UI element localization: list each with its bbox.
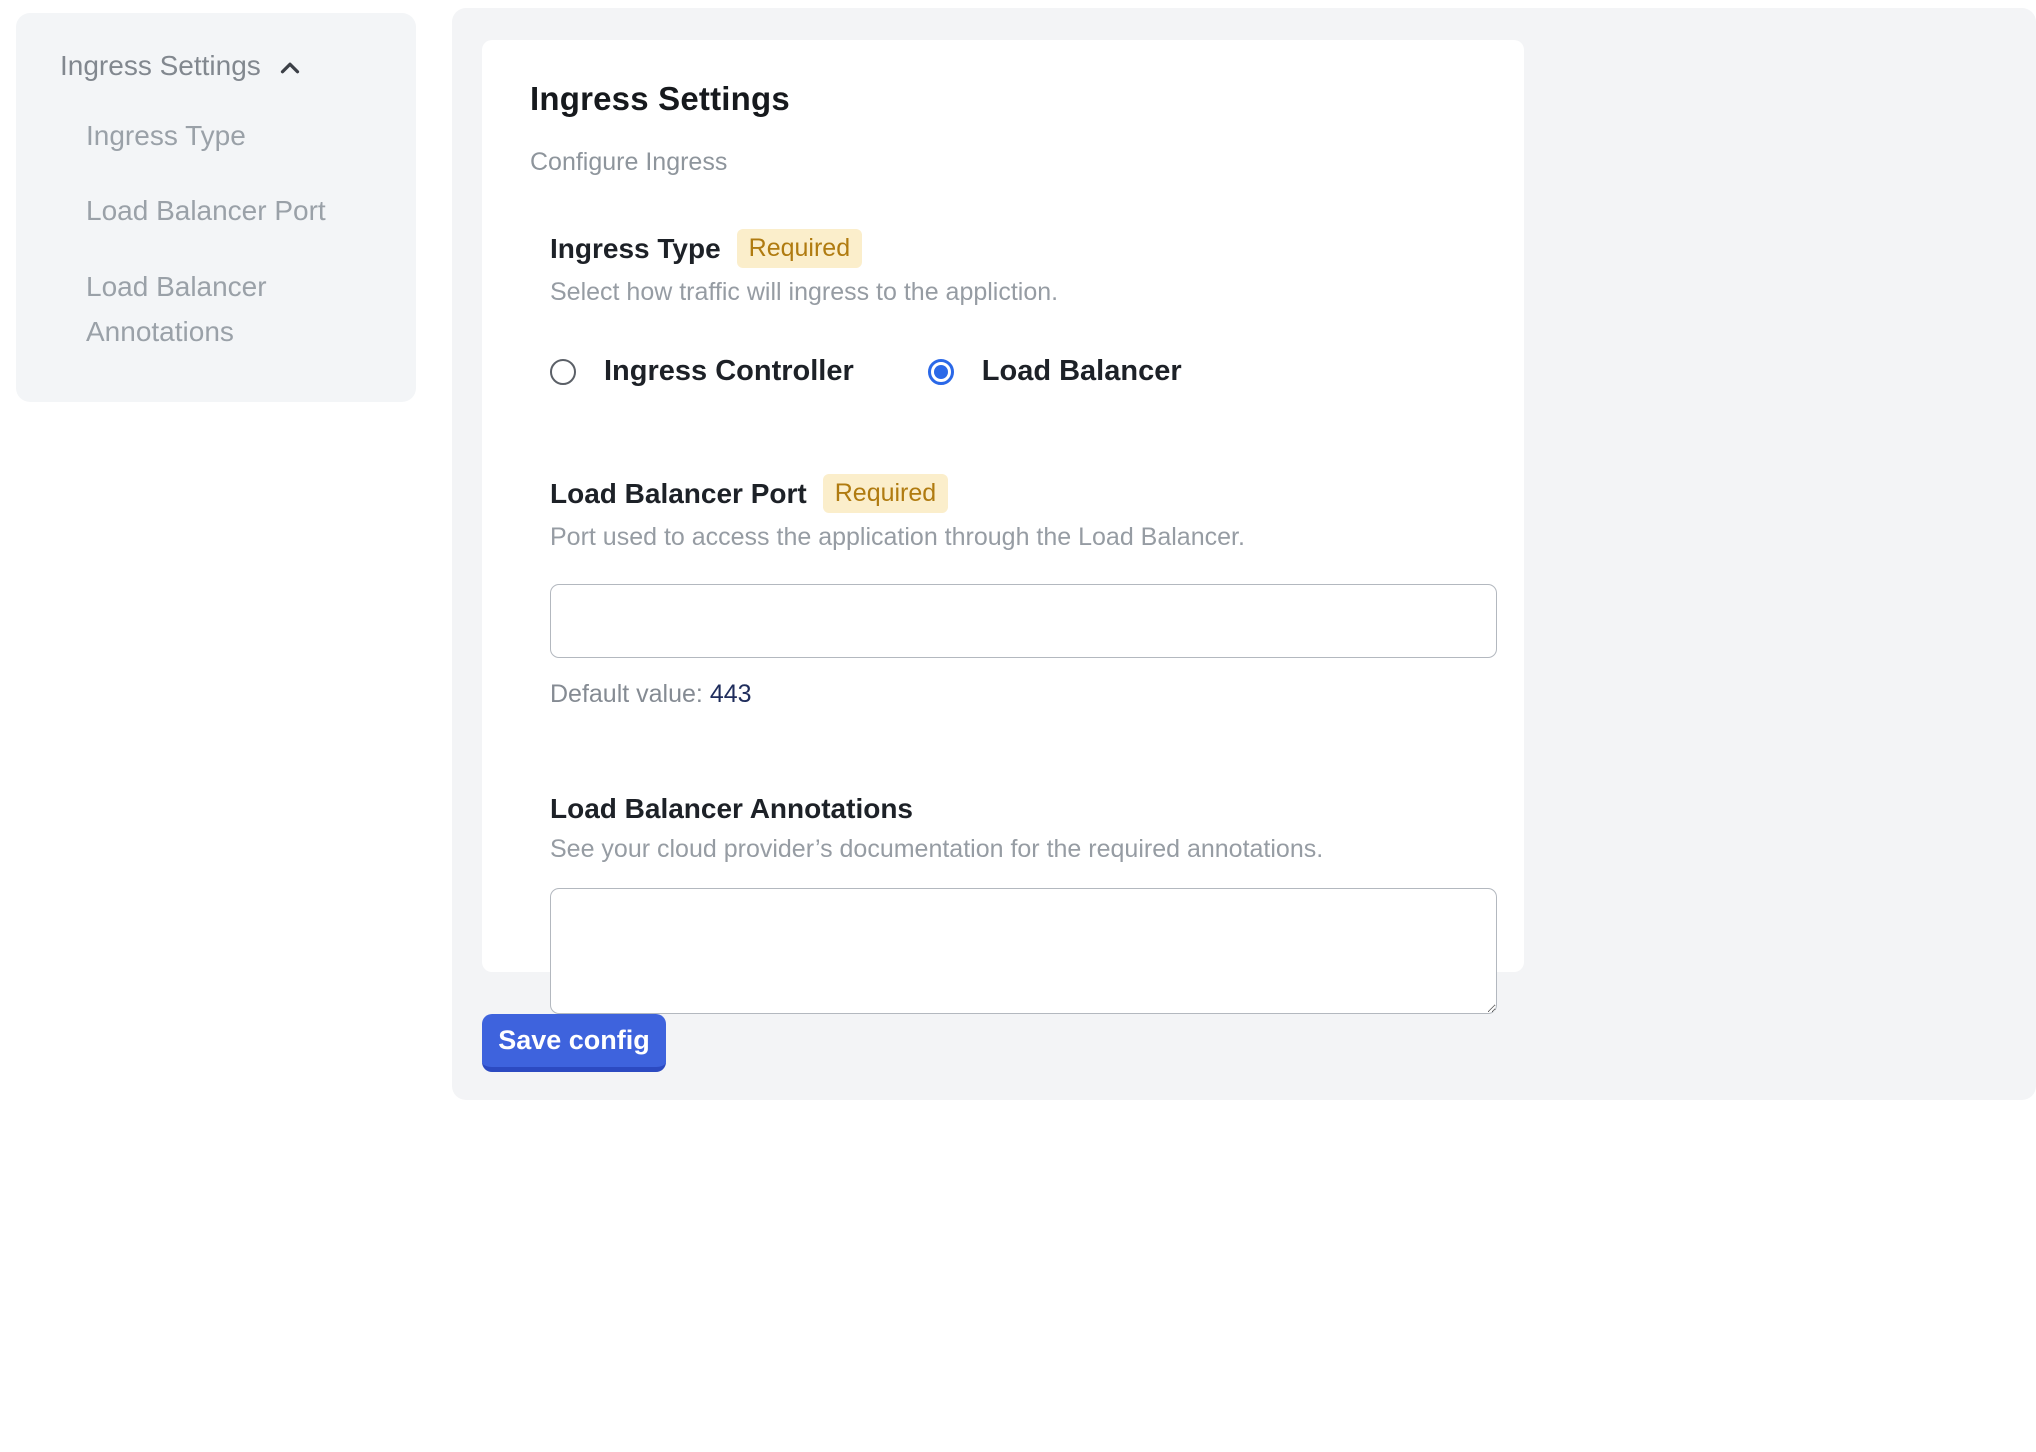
- page-title: Ingress Settings: [530, 80, 1476, 118]
- required-badge: Required: [737, 229, 862, 268]
- sidebar-item-ingress-settings[interactable]: Ingress Settings: [60, 49, 386, 83]
- radio-circle-selected[interactable]: [928, 359, 954, 385]
- radio-ingress-controller[interactable]: Ingress Controller: [550, 355, 854, 388]
- sidebar-item-load-balancer-annotations[interactable]: Load Balancer Annotations: [86, 264, 386, 355]
- settings-sidebar: Ingress Settings Ingress Type Load Balan…: [16, 13, 416, 402]
- radio-label-ingress-controller: Ingress Controller: [604, 355, 854, 388]
- default-value-line: Default value: 443: [550, 680, 1476, 709]
- default-value-label: Default value:: [550, 680, 703, 708]
- radio-circle-unselected[interactable]: [550, 359, 576, 385]
- radio-label-load-balancer: Load Balancer: [982, 355, 1182, 388]
- ingress-type-title: Ingress Type: [550, 233, 721, 265]
- section-load-balancer-port: Load Balancer Port Required Port used to…: [550, 474, 1476, 709]
- required-badge: Required: [823, 474, 948, 513]
- ingress-settings-card: Ingress Settings Configure Ingress Ingre…: [482, 40, 1524, 972]
- lb-port-title: Load Balancer Port: [550, 478, 807, 510]
- default-value-number: 443: [710, 680, 752, 708]
- lb-annotations-title: Load Balancer Annotations: [550, 793, 913, 825]
- load-balancer-annotations-textarea[interactable]: [550, 888, 1497, 1014]
- page-subtitle: Configure Ingress: [530, 148, 1476, 177]
- chevron-up-icon: [275, 53, 305, 83]
- ingress-type-radio-group: Ingress Controller Load Balancer: [550, 355, 1476, 388]
- lb-annotations-description: See your cloud provider’s documentation …: [550, 835, 1476, 864]
- sidebar-subitems: Ingress Type Load Balancer Port Load Bal…: [60, 113, 386, 354]
- main-panel: Ingress Settings Configure Ingress Ingre…: [452, 8, 2036, 1100]
- load-balancer-port-input[interactable]: [550, 584, 1497, 658]
- radio-load-balancer[interactable]: Load Balancer: [928, 355, 1182, 388]
- lb-port-description: Port used to access the application thro…: [550, 523, 1476, 552]
- sidebar-item-ingress-type[interactable]: Ingress Type: [86, 113, 386, 158]
- section-ingress-type: Ingress Type Required Select how traffic…: [550, 229, 1476, 388]
- sidebar-header-label: Ingress Settings: [60, 50, 261, 82]
- sidebar-item-load-balancer-port[interactable]: Load Balancer Port: [86, 188, 386, 233]
- section-load-balancer-annotations: Load Balancer Annotations See your cloud…: [550, 793, 1476, 1014]
- save-config-button[interactable]: Save config: [482, 1014, 666, 1072]
- ingress-type-description: Select how traffic will ingress to the a…: [550, 278, 1476, 307]
